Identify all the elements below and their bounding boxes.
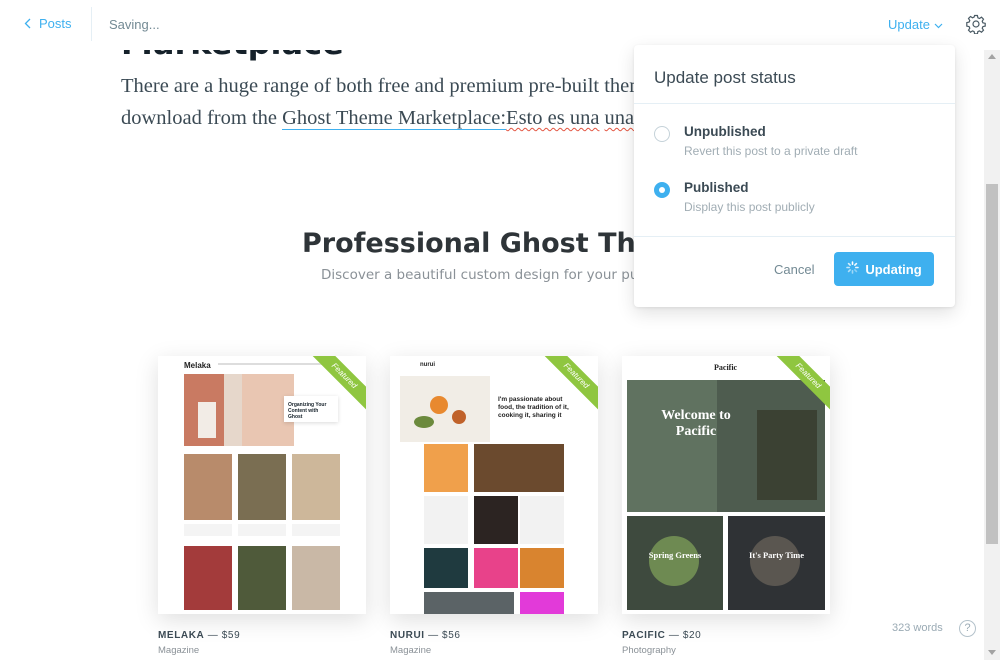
pacific-tile-2-label: It's Party Time — [749, 550, 804, 560]
scroll-up-arrow[interactable] — [988, 54, 996, 59]
updating-button[interactable]: Updating — [834, 252, 934, 286]
cancel-button[interactable]: Cancel — [774, 262, 814, 277]
nurui-tile-3 — [424, 496, 468, 544]
melaka-photo-4 — [184, 546, 232, 610]
pacific-tile-1: Spring Greens — [627, 516, 723, 610]
theme-name: PACIFIC — [622, 630, 666, 641]
melaka-photo-5 — [238, 546, 286, 610]
melaka-photo-3 — [292, 454, 340, 520]
radio-unpublished[interactable] — [654, 126, 670, 142]
nurui-tile-7 — [474, 548, 518, 588]
help-button[interactable]: ? — [959, 620, 976, 637]
option-unpublished[interactable]: Unpublished Revert this post to a privat… — [654, 123, 934, 167]
scrollbar-thumb[interactable] — [986, 184, 998, 544]
nurui-hero-image — [400, 376, 490, 442]
dropdown-divider — [634, 236, 955, 237]
nurui-headline: I'm passionate about food, the tradition… — [498, 396, 569, 419]
melaka-caption-3 — [292, 524, 340, 536]
option-label: Unpublished — [684, 124, 766, 139]
marketplace-link[interactable]: Ghost Theme Marketplace: — [282, 107, 507, 130]
theme-label-melaka: MELAKA — $59 — [158, 630, 240, 641]
nurui-tile-10 — [520, 592, 564, 614]
dropdown-divider — [634, 103, 955, 104]
theme-name: NURUI — [390, 630, 425, 641]
nurui-tile-9 — [424, 592, 514, 614]
chevron-down-icon — [934, 17, 943, 32]
melaka-caption-2 — [238, 524, 286, 536]
option-description: Display this post publicly — [684, 200, 815, 214]
melaka-caption-1 — [184, 524, 232, 536]
option-description: Revert this post to a private draft — [684, 144, 858, 158]
melaka-photo-2 — [238, 454, 286, 520]
theme-category: Magazine — [390, 645, 432, 656]
nurui-tile-8 — [520, 548, 564, 588]
settings-gear-icon[interactable] — [966, 14, 986, 35]
theme-category: Magazine — [158, 645, 200, 656]
melaka-photo-6 — [292, 546, 340, 610]
theme-name: MELAKA — [158, 630, 205, 641]
back-label: Posts — [39, 16, 72, 31]
nurui-tile-6 — [424, 548, 468, 588]
word-count: 323 words — [892, 622, 943, 634]
theme-card-nurui: nurui I'm passionate about food, the tra… — [390, 356, 598, 614]
theme-label-pacific: PACIFIC — $20 — [622, 630, 701, 641]
theme-card-melaka: Melaka Organizing Your Content with Ghos… — [158, 356, 366, 614]
dropdown-title: Update post status — [654, 68, 796, 87]
theme-category: Photography — [622, 645, 676, 656]
theme-price: — $56 — [428, 630, 461, 641]
option-label: Published — [684, 180, 749, 195]
spinner-icon — [846, 261, 860, 277]
editor-topbar: Posts Saving... Update — [0, 0, 1000, 50]
update-dropdown-trigger[interactable]: Update — [888, 17, 943, 32]
theme-label-nurui: NURUI — $56 — [390, 630, 461, 641]
melaka-photo-1 — [184, 454, 232, 520]
nurui-logo: nurui — [420, 362, 435, 368]
update-status-dropdown: Update post status Unpublished Revert th… — [634, 45, 955, 307]
nurui-tile-2 — [474, 444, 564, 492]
pacific-tile-2: It's Party Time — [728, 516, 825, 610]
nurui-tile-4 — [474, 496, 518, 544]
melaka-logo: Melaka — [184, 361, 211, 370]
pacific-logo: Pacific — [714, 363, 738, 372]
melaka-feature-box: Organizing Your Content with Ghost — [284, 396, 338, 422]
nurui-tile-5 — [520, 496, 564, 544]
pacific-hero-image: Welcome to Pacific — [627, 380, 825, 512]
pacific-tile-1-label: Spring Greens — [648, 550, 702, 560]
updating-label: Updating — [865, 261, 922, 277]
theme-price: — $59 — [207, 630, 241, 641]
topbar-divider — [91, 7, 92, 41]
scroll-down-arrow[interactable] — [988, 650, 996, 655]
update-trigger-label: Update — [888, 17, 930, 32]
radio-published[interactable] — [654, 182, 670, 198]
nurui-tile-1 — [424, 444, 468, 492]
save-status: Saving... — [109, 17, 160, 32]
theme-card-pacific: Pacific Welcome to Pacific Spring Greens… — [622, 356, 830, 614]
theme-price: — $20 — [668, 630, 702, 641]
melaka-hero-image — [184, 374, 294, 446]
misspelled-text: Esto es una — [506, 107, 600, 129]
pacific-headline: Welcome to Pacific — [661, 408, 731, 439]
back-to-posts-link[interactable]: Posts — [24, 16, 72, 31]
chevron-left-icon — [24, 18, 31, 29]
option-published[interactable]: Published Display this post publicly — [654, 179, 934, 223]
